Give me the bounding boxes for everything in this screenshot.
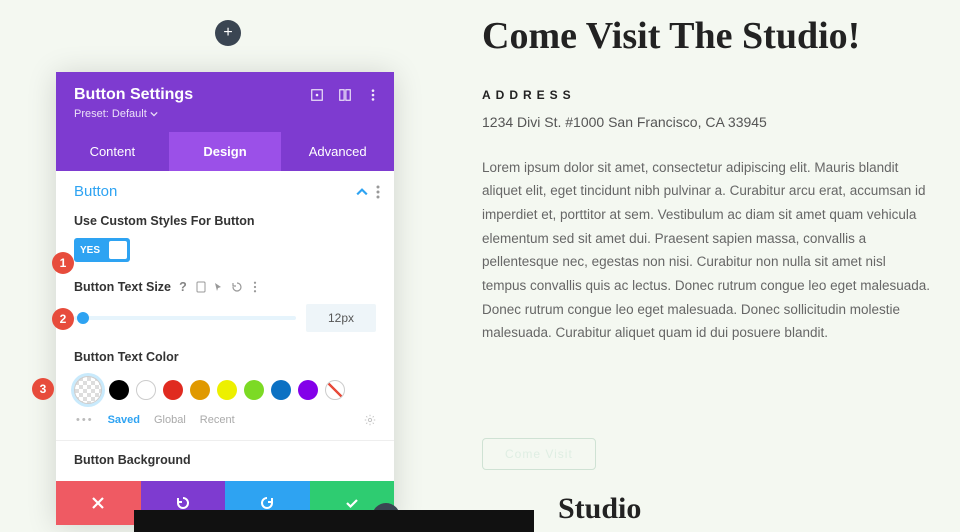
swatch-yellow[interactable] (217, 380, 237, 400)
text-size-label: Button Text Size (74, 280, 171, 294)
address-value: 1234 Divi St. #1000 San Francisco, CA 33… (482, 114, 930, 130)
callout-badge-2: 2 (52, 308, 74, 330)
toggle-knob (109, 241, 127, 259)
settings-tabs: Content Design Advanced (56, 132, 394, 171)
field-more-icon[interactable] (249, 281, 261, 293)
swatch-transparent[interactable] (74, 376, 102, 404)
responsive-icon[interactable] (195, 281, 207, 293)
tab-content[interactable]: Content (56, 132, 169, 171)
panel-header-icons (310, 88, 380, 102)
callout-badge-3: 3 (32, 378, 54, 400)
expand-icon[interactable] (310, 88, 324, 102)
page-content: Come Visit The Studio! ADDRESS 1234 Divi… (482, 16, 930, 345)
use-custom-toggle[interactable]: YES (74, 238, 130, 262)
color-presets-meta: ••• Saved Global Recent (74, 414, 376, 426)
panel-header: Button Settings Preset: Default (56, 72, 394, 132)
color-swatches (74, 376, 376, 404)
settings-panel: Button Settings Preset: Default Content … (56, 72, 394, 525)
text-size-slider[interactable] (74, 316, 296, 320)
reset-icon[interactable] (231, 281, 243, 293)
chevron-up-icon (356, 186, 368, 198)
body-text: Lorem ipsum dolor sit amet, consectetur … (482, 156, 930, 345)
button-background-field: Button Background (56, 440, 394, 481)
cta-button[interactable]: Come Visit (482, 438, 596, 470)
section-toggle-button[interactable]: Button (56, 171, 394, 210)
swatch-blue[interactable] (271, 380, 291, 400)
studio-heading: Studio (558, 492, 641, 526)
swatch-white[interactable] (136, 380, 156, 400)
preset-label: Preset: Default (74, 108, 147, 120)
text-size-value[interactable]: 12px (306, 304, 376, 332)
preset-saved[interactable]: Saved (108, 414, 140, 426)
use-custom-label: Use Custom Styles For Button (74, 214, 376, 228)
cancel-button[interactable] (56, 481, 141, 525)
section-title: Button (74, 183, 117, 200)
preset-recent[interactable]: Recent (200, 414, 235, 426)
preset-global[interactable]: Global (154, 414, 186, 426)
swatch-red[interactable] (163, 380, 183, 400)
callout-badge-1: 1 (52, 252, 74, 274)
more-menu-icon[interactable] (366, 88, 380, 102)
page-title: Come Visit The Studio! (482, 16, 930, 58)
toggle-label: YES (74, 245, 100, 256)
swatch-none[interactable] (325, 380, 345, 400)
preset-dropdown[interactable]: Preset: Default (74, 108, 158, 120)
use-custom-styles-field: Use Custom Styles For Button YES (56, 210, 394, 276)
swatch-orange[interactable] (190, 380, 210, 400)
address-label: ADDRESS (482, 88, 930, 102)
text-size-field: Button Text Size ? 12px (56, 276, 394, 346)
swatch-black[interactable] (109, 380, 129, 400)
more-swatches-icon[interactable]: ••• (76, 414, 94, 426)
button-background-label: Button Background (74, 453, 376, 467)
layout-icon[interactable] (338, 88, 352, 102)
slider-thumb[interactable] (77, 312, 89, 324)
hover-icon[interactable] (213, 281, 225, 293)
section-more-icon[interactable] (376, 185, 380, 199)
panel-body: Button Use Custom Styles For Button YES … (56, 171, 394, 481)
chevron-down-icon (150, 110, 158, 118)
tab-design[interactable]: Design (169, 132, 282, 171)
tab-advanced[interactable]: Advanced (281, 132, 394, 171)
help-icon[interactable]: ? (177, 281, 189, 293)
gear-icon[interactable] (364, 414, 376, 426)
swatch-purple[interactable] (298, 380, 318, 400)
add-section-button[interactable]: + (215, 20, 241, 46)
image-block (134, 510, 534, 532)
swatch-green[interactable] (244, 380, 264, 400)
text-size-label-row: Button Text Size ? (74, 280, 376, 294)
text-color-label: Button Text Color (74, 350, 376, 364)
text-color-field: Button Text Color ••• Saved Global Recen… (56, 346, 394, 440)
